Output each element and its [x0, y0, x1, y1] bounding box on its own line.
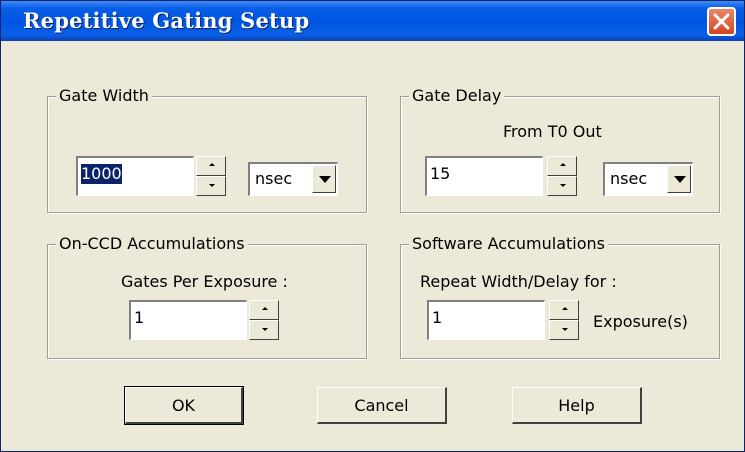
gate-delay-spin-up[interactable]: [547, 156, 577, 176]
window-title: Repetitive Gating Setup: [23, 8, 310, 33]
gate-delay-unit-value: nsec: [610, 169, 648, 188]
dialog-window: Repetitive Gating Setup Gate Width 1000 …: [0, 0, 745, 452]
title-bar[interactable]: Repetitive Gating Setup: [1, 1, 744, 41]
help-button[interactable]: Help: [512, 387, 642, 424]
gate-width-unit-value: nsec: [255, 169, 293, 188]
gate-delay-legend: Gate Delay: [409, 86, 505, 106]
software-accumulations-legend: Software Accumulations: [409, 234, 608, 254]
gate-width-spin-up[interactable]: [196, 156, 226, 176]
gate-width-spin-down[interactable]: [196, 176, 226, 196]
ok-button[interactable]: OK: [124, 386, 244, 425]
gates-per-exposure-input[interactable]: 1: [129, 300, 247, 340]
gates-per-exposure-spin-down[interactable]: [249, 320, 279, 340]
gate-delay-spin-down[interactable]: [547, 176, 577, 196]
repeat-count-input[interactable]: 1: [427, 300, 545, 340]
close-icon: [713, 13, 730, 30]
gate-delay-input[interactable]: 15: [425, 156, 543, 196]
repeat-count-value: 1: [432, 308, 443, 327]
gate-delay-subtitle: From T0 Out: [503, 122, 602, 141]
gate-delay-value: 15: [430, 164, 451, 183]
gate-width-value: 1000: [81, 164, 122, 184]
close-button[interactable]: [707, 7, 736, 36]
gate-width-input[interactable]: 1000: [76, 156, 194, 196]
on-ccd-legend: On-CCD Accumulations: [56, 234, 248, 254]
repeat-count-spin-up[interactable]: [549, 300, 579, 320]
gate-width-legend: Gate Width: [56, 86, 152, 106]
chevron-down-icon[interactable]: [312, 165, 336, 193]
exposures-label: Exposure(s): [593, 312, 688, 331]
gates-per-exposure-value: 1: [134, 308, 145, 327]
cancel-button[interactable]: Cancel: [317, 387, 447, 424]
gate-width-unit-select[interactable]: nsec: [248, 162, 338, 196]
repeat-width-delay-label: Repeat Width/Delay for :: [420, 272, 617, 291]
gates-per-exposure-label: Gates Per Exposure :: [121, 272, 288, 291]
gates-per-exposure-spin-up[interactable]: [249, 300, 279, 320]
gate-delay-unit-select[interactable]: nsec: [603, 162, 693, 196]
chevron-down-icon[interactable]: [667, 165, 691, 193]
repeat-count-spin-down[interactable]: [549, 320, 579, 340]
